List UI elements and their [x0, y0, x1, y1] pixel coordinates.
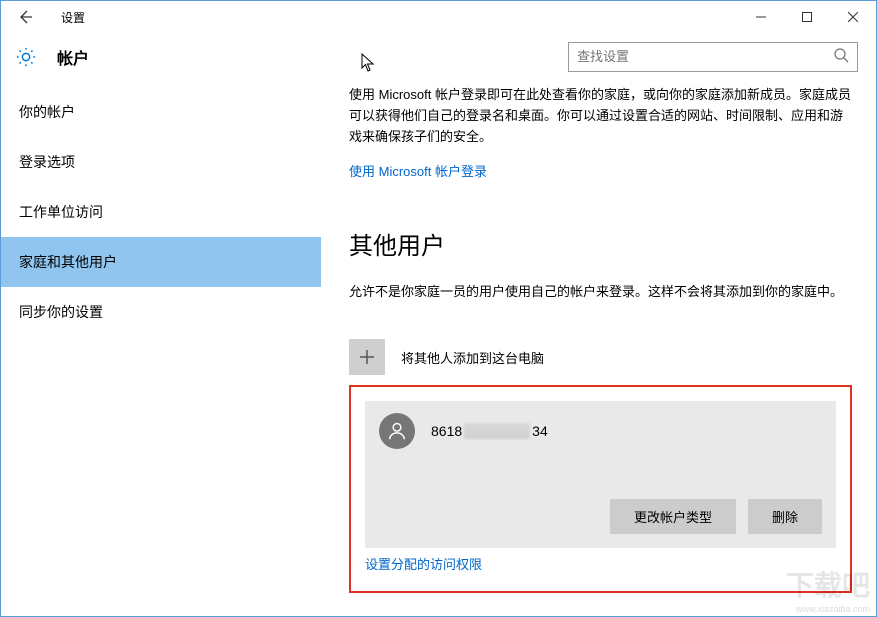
minimize-button[interactable] [738, 1, 784, 33]
main-content: 使用 Microsoft 帐户登录即可在此处查看你的家庭，或向你的家庭添加新成员… [321, 81, 876, 616]
avatar [379, 413, 415, 449]
user-name-redacted [464, 423, 530, 439]
minimize-icon [756, 12, 766, 22]
cursor-icon [361, 53, 377, 76]
sidebar-item-label: 工作单位访问 [19, 202, 103, 222]
close-icon [848, 12, 858, 22]
section-title: 帐户 [57, 45, 89, 69]
sidebar-item-family-other-users[interactable]: 家庭和其他用户 [1, 237, 321, 287]
sidebar-item-work-access[interactable]: 工作单位访问 [1, 187, 321, 237]
window-title: 设置 [61, 9, 85, 26]
sidebar-item-label: 登录选项 [19, 152, 75, 172]
other-users-heading: 其他用户 [349, 226, 852, 261]
maximize-icon [802, 12, 812, 22]
user-name-suffix: 34 [532, 423, 548, 439]
sidebar-item-label: 你的帐户 [19, 102, 75, 122]
plus-icon [358, 348, 376, 366]
person-icon [386, 420, 408, 442]
gear-icon [15, 46, 37, 68]
assigned-access-link[interactable]: 设置分配的访问权限 [365, 554, 482, 573]
search-icon [833, 47, 849, 66]
window-controls [738, 1, 876, 33]
back-arrow-icon [17, 9, 33, 25]
header: 帐户 [1, 33, 876, 81]
sidebar: 你的帐户 登录选项 工作单位访问 家庭和其他用户 同步你的设置 [1, 81, 321, 616]
user-name: 8618 34 [431, 423, 548, 439]
change-account-type-button[interactable]: 更改帐户类型 [610, 499, 736, 534]
user-card[interactable]: 8618 34 更改帐户类型 删除 [365, 401, 836, 548]
user-name-prefix: 8618 [431, 423, 462, 439]
titlebar: 设置 [1, 1, 876, 33]
sidebar-item-sync-settings[interactable]: 同步你的设置 [1, 287, 321, 337]
search-input[interactable] [577, 49, 833, 64]
highlight-box: 8618 34 更改帐户类型 删除 设置分配的访问权限 [349, 385, 852, 593]
add-user-button[interactable] [349, 339, 385, 375]
sidebar-item-label: 家庭和其他用户 [19, 252, 117, 272]
maximize-button[interactable] [784, 1, 830, 33]
sidebar-item-your-account[interactable]: 你的帐户 [1, 87, 321, 137]
back-button[interactable] [1, 1, 49, 33]
sidebar-item-signin-options[interactable]: 登录选项 [1, 137, 321, 187]
sidebar-item-label: 同步你的设置 [19, 302, 103, 322]
add-user-row[interactable]: 将其他人添加到这台电脑 [349, 339, 852, 375]
ms-account-signin-link[interactable]: 使用 Microsoft 帐户登录 [349, 161, 487, 180]
delete-button[interactable]: 删除 [748, 499, 822, 534]
search-box[interactable] [568, 42, 858, 72]
add-user-label: 将其他人添加到这台电脑 [401, 348, 544, 367]
family-description: 使用 Microsoft 帐户登录即可在此处查看你的家庭，或向你的家庭添加新成员… [349, 85, 852, 147]
other-users-description: 允许不是你家庭一员的用户使用自己的帐户来登录。这样不会将其添加到你的家庭中。 [349, 281, 852, 303]
close-button[interactable] [830, 1, 876, 33]
